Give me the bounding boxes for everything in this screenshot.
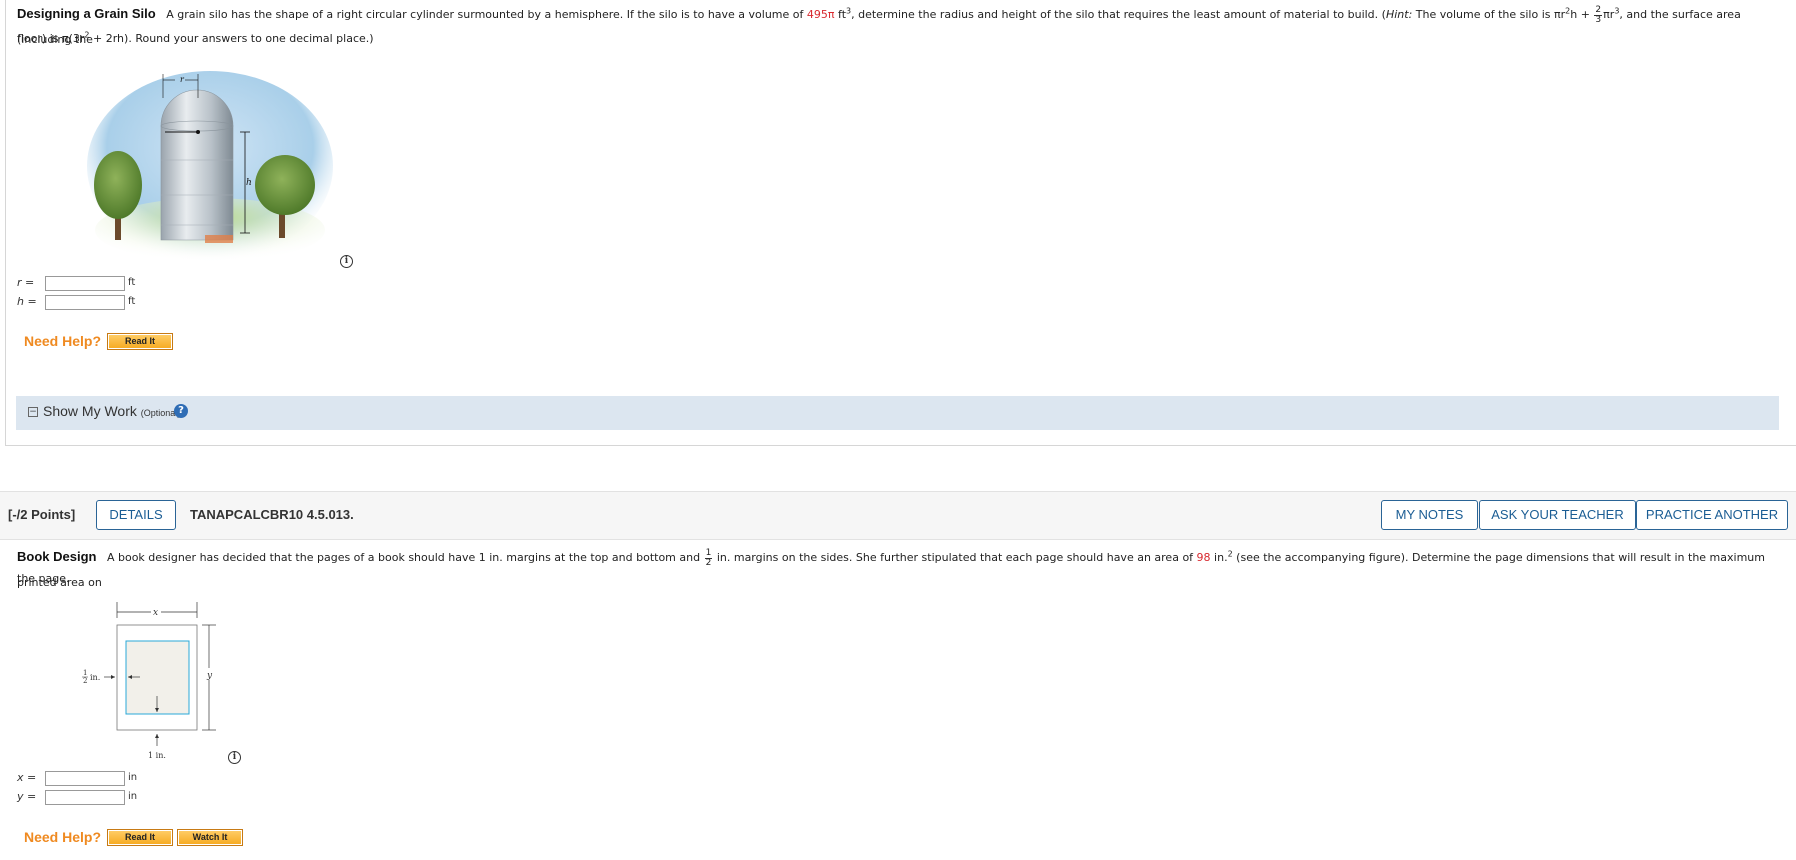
q1-problem-text-line2: floor) is π(3r2 + 2rh). Round your answe… [17,30,374,45]
q2-need-help-label: Need Help? [24,829,102,845]
ask-your-teacher-button[interactable]: ASK YOUR TEACHER [1479,500,1636,530]
q1-figure-info-icon[interactable]: i [340,255,353,268]
q2-problem-text-line2: the page. [17,572,70,585]
details-button[interactable]: DETAILS [96,500,176,530]
svg-text:in.: in. [90,673,100,682]
show-my-work-label[interactable]: Show My Work (Optional) [43,403,180,419]
points-label: [-/2 Points] [8,507,76,522]
q2-watch-it-button[interactable]: Watch It [177,829,243,846]
book-page-figure: x y 1 2 in. 1 in. [82,602,216,760]
q1-h-input[interactable] [45,295,125,310]
q1-volume-value: 495π [806,8,835,21]
question-id: TANAPCALCBR10 4.5.013. [190,507,354,522]
q2-figure-info-icon[interactable]: i [228,751,241,764]
q2-title: Book Design [17,549,97,564]
show-my-work-bar[interactable] [16,396,1779,430]
q2-x-input[interactable] [45,771,125,786]
help-question-icon[interactable]: ? [174,404,188,418]
q2-y-input[interactable] [45,790,125,805]
q1-need-help-label: Need Help? [24,333,102,349]
my-notes-button[interactable]: MY NOTES [1381,500,1478,530]
svg-text:2: 2 [83,677,87,685]
q1-r-input[interactable] [45,276,125,291]
svg-text:y: y [206,671,213,681]
q1-title: Designing a Grain Silo [17,6,156,21]
show-my-work-toggle-icon[interactable]: − [28,407,38,417]
practice-another-button[interactable]: PRACTICE ANOTHER [1636,500,1788,530]
svg-text:h: h [246,178,252,188]
svg-text:1 in.: 1 in. [148,751,166,760]
q2-read-it-button[interactable]: Read It [107,829,173,846]
grain-silo-figure: r h [87,71,333,262]
svg-text:x: x [153,608,158,618]
q1-read-it-button[interactable]: Read It [107,333,173,350]
svg-text:1: 1 [83,669,87,677]
q2-problem-text: Book Design A book designer has decided … [17,547,1765,589]
q2-area-value: 98 [1196,551,1211,564]
